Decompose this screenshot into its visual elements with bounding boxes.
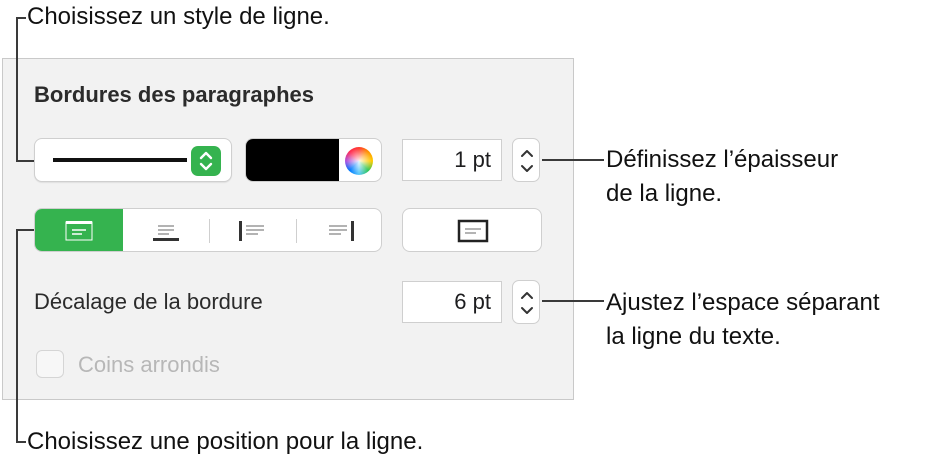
- callout-thickness-line1: Définissez l’épaisseur: [606, 146, 839, 173]
- callout-thickness-line2: de la ligne.: [606, 180, 723, 207]
- border-color-well[interactable]: [245, 138, 382, 182]
- border-bottom-icon: [153, 225, 179, 241]
- section-title: Bordures des paragraphes: [34, 82, 314, 107]
- chevron-up-down-icon: [521, 292, 533, 314]
- callout-offset-line1: Ajustez l’espace séparant: [606, 289, 880, 316]
- leader-position-h2: [16, 441, 26, 443]
- leader-offset-h: [542, 300, 604, 302]
- border-top-icon: [65, 221, 93, 241]
- all-borders-button[interactable]: [402, 208, 542, 252]
- offset-field[interactable]: 6 pt: [402, 281, 502, 323]
- rounded-corners-checkbox[interactable]: [36, 350, 64, 378]
- leader-line-style-h2: [16, 160, 34, 162]
- solid-line-sample: [53, 158, 187, 162]
- leader-line-style-v: [16, 17, 18, 162]
- callout-position: Choisissez une position pour la ligne.: [27, 428, 424, 455]
- offset-label: Décalage de la bordure: [34, 289, 263, 314]
- border-position-control[interactable]: [34, 208, 382, 252]
- thickness-field[interactable]: 1 pt: [402, 139, 502, 181]
- leader-position-v: [16, 229, 18, 443]
- segment-border-top[interactable]: [35, 209, 123, 251]
- chevron-up-down-icon: [521, 150, 533, 172]
- callout-offset-line2: la ligne du texte.: [606, 323, 781, 350]
- line-style-popup[interactable]: [34, 138, 232, 182]
- leader-thickness-h: [542, 159, 604, 161]
- border-left-icon: [239, 221, 264, 241]
- segment-border-right[interactable]: [297, 209, 381, 251]
- border-right-icon: [329, 221, 354, 241]
- rounded-corners-label: Coins arrondis: [78, 352, 220, 377]
- color-swatch[interactable]: [246, 139, 339, 181]
- leader-position-h1: [16, 229, 34, 231]
- thickness-stepper[interactable]: [512, 138, 540, 182]
- up-down-arrows-icon: [191, 146, 221, 176]
- color-wheel-icon[interactable]: [345, 147, 373, 175]
- offset-stepper[interactable]: [512, 280, 540, 324]
- callout-line-style: Choisissez un style de ligne.: [27, 3, 330, 30]
- border-box-icon: [457, 219, 489, 243]
- leader-line-style-h1: [16, 17, 26, 19]
- segment-border-left[interactable]: [210, 209, 296, 251]
- segment-border-bottom[interactable]: [123, 209, 209, 251]
